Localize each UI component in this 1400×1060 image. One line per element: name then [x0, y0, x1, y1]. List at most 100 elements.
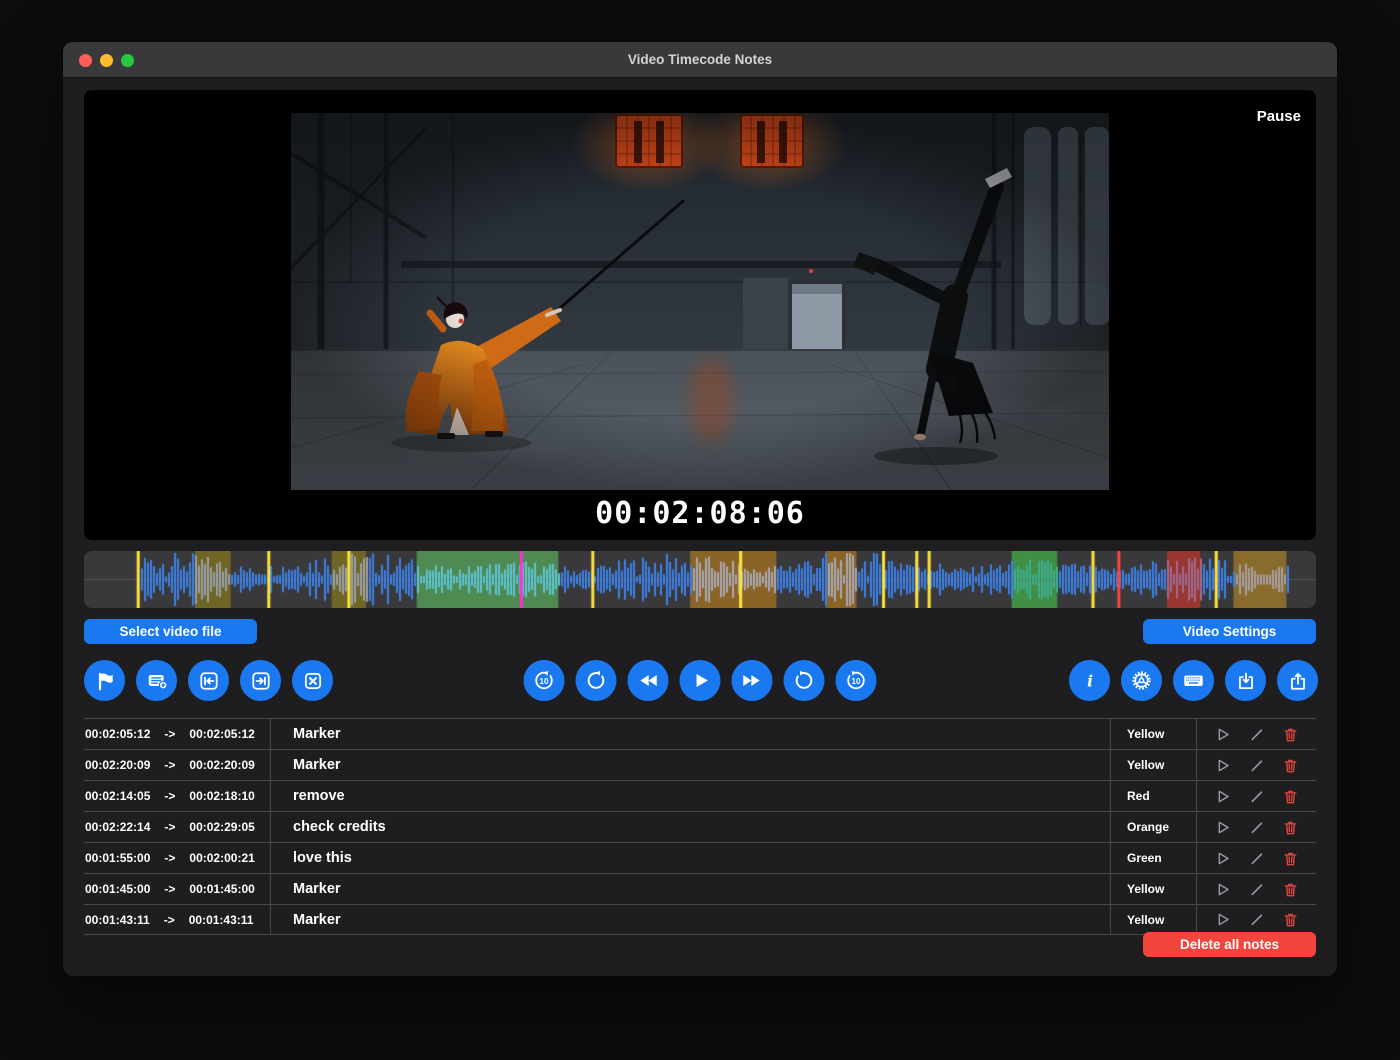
import-button[interactable]: [1225, 660, 1266, 701]
import-icon: [1235, 670, 1257, 692]
rotate-clockwise-icon: [793, 669, 816, 692]
back-10-seconds-button[interactable]: 10: [524, 660, 565, 701]
note-in-timecode: 00:01:45:00: [85, 882, 150, 896]
note-color-label: Yellow: [1110, 874, 1196, 904]
play-icon: [689, 669, 712, 692]
step-back-button[interactable]: [576, 660, 617, 701]
play-outline-icon: [1214, 788, 1231, 805]
trash-icon: [1282, 850, 1299, 867]
titlebar: Video Timecode Notes: [63, 42, 1337, 78]
flag-icon: [94, 670, 116, 692]
rewind-button[interactable]: [628, 660, 669, 701]
play-button[interactable]: [680, 660, 721, 701]
jump-to-start-button[interactable]: [188, 660, 229, 701]
note-out-timecode: 00:02:20:09: [189, 758, 254, 772]
step-forward-button[interactable]: [784, 660, 825, 701]
note-text: Marker: [270, 750, 1110, 780]
timecode-arrow: ->: [164, 820, 175, 834]
note-text: Marker: [270, 874, 1110, 904]
note-in-timecode: 00:02:14:05: [85, 789, 150, 803]
note-row: 00:01:45:00 -> 00:01:45:00 Marker Yellow: [84, 873, 1316, 904]
export-icon: [1287, 670, 1309, 692]
edit-note-button[interactable]: [1248, 788, 1265, 805]
jump-to-start-icon: [198, 670, 220, 692]
notes-table: 00:02:05:12 -> 00:02:05:12 Marker Yellow: [84, 718, 1316, 935]
play-note-button[interactable]: [1214, 881, 1231, 898]
delete-note-button[interactable]: [1282, 881, 1299, 898]
info-button[interactable]: i: [1069, 660, 1110, 701]
note-in-timecode: 00:02:20:09: [85, 758, 150, 772]
note-in-timecode: 00:02:05:12: [85, 727, 150, 741]
note-text: check credits: [270, 812, 1110, 842]
delete-note-button[interactable]: [1282, 819, 1299, 836]
back-10-icon: 10: [533, 669, 556, 692]
video-scene: [291, 113, 1109, 490]
trash-icon: [1282, 819, 1299, 836]
export-button[interactable]: [1277, 660, 1318, 701]
jump-to-end-button[interactable]: [240, 660, 281, 701]
video-player[interactable]: Pause 00:02:08:06: [84, 90, 1316, 540]
play-note-button[interactable]: [1214, 819, 1231, 836]
delete-note-button[interactable]: [1282, 850, 1299, 867]
edit-note-button[interactable]: [1248, 726, 1265, 743]
rotate-counterclockwise-icon: [585, 669, 608, 692]
rewind-icon: [637, 669, 660, 692]
edit-note-button[interactable]: [1248, 881, 1265, 898]
play-note-button[interactable]: [1214, 850, 1231, 867]
play-note-button[interactable]: [1214, 788, 1231, 805]
add-note-button[interactable]: [136, 660, 177, 701]
utility-toolbar: i: [1069, 660, 1318, 701]
note-out-timecode: 00:02:00:21: [189, 851, 254, 865]
delete-note-button[interactable]: [1282, 757, 1299, 774]
video-frame: [291, 113, 1109, 490]
note-in-timecode: 00:01:55:00: [85, 851, 150, 865]
delete-note-button[interactable]: [1282, 788, 1299, 805]
delete-all-notes-button[interactable]: Delete all notes: [1143, 932, 1316, 957]
pencil-icon: [1248, 911, 1265, 928]
keyboard-shortcuts-button[interactable]: [1173, 660, 1214, 701]
note-color-label: Red: [1110, 781, 1196, 811]
delete-note-button[interactable]: [1282, 911, 1299, 928]
edit-note-button[interactable]: [1248, 757, 1265, 774]
fast-forward-button[interactable]: [732, 660, 773, 701]
pencil-icon: [1248, 850, 1265, 867]
svg-text:10: 10: [540, 677, 549, 686]
pencil-icon: [1248, 757, 1265, 774]
note-row: 00:02:22:14 -> 00:02:29:05 check credits…: [84, 811, 1316, 842]
play-note-button[interactable]: [1214, 726, 1231, 743]
note-row: 00:02:05:12 -> 00:02:05:12 Marker Yellow: [84, 718, 1316, 749]
trash-icon: [1282, 757, 1299, 774]
gear-icon: [1130, 669, 1153, 692]
note-text: Marker: [270, 719, 1110, 749]
note-out-timecode: 00:01:43:11: [189, 913, 254, 927]
play-note-button[interactable]: [1214, 911, 1231, 928]
video-settings-button[interactable]: Video Settings: [1143, 619, 1316, 644]
note-out-timecode: 00:02:29:05: [189, 820, 254, 834]
play-note-button[interactable]: [1214, 757, 1231, 774]
clear-selection-button[interactable]: [292, 660, 333, 701]
timecode-arrow: ->: [164, 882, 175, 896]
forward-10-icon: 10: [845, 669, 868, 692]
add-note-icon: [146, 670, 168, 692]
note-color-label: Orange: [1110, 812, 1196, 842]
keyboard-icon: [1182, 669, 1205, 692]
select-video-file-button[interactable]: Select video file: [84, 619, 257, 644]
edit-note-button[interactable]: [1248, 819, 1265, 836]
note-row: 00:01:43:11 -> 00:01:43:11 Marker Yellow: [84, 904, 1316, 935]
edit-note-button[interactable]: [1248, 850, 1265, 867]
timecode-arrow: ->: [164, 758, 175, 772]
pause-button[interactable]: Pause: [1257, 108, 1301, 125]
note-out-timecode: 00:01:45:00: [189, 882, 254, 896]
play-outline-icon: [1214, 850, 1231, 867]
flag-marker-button[interactable]: [84, 660, 125, 701]
note-in-timecode: 00:02:22:14: [85, 820, 150, 834]
settings-gear-button[interactable]: [1121, 660, 1162, 701]
forward-10-seconds-button[interactable]: 10: [836, 660, 877, 701]
window-title: Video Timecode Notes: [63, 42, 1337, 78]
note-color-label: Yellow: [1110, 905, 1196, 934]
edit-note-button[interactable]: [1248, 911, 1265, 928]
waveform-canvas[interactable]: [84, 551, 1316, 608]
waveform-timeline[interactable]: [84, 551, 1316, 608]
delete-note-button[interactable]: [1282, 726, 1299, 743]
note-out-timecode: 00:02:18:10: [189, 789, 254, 803]
